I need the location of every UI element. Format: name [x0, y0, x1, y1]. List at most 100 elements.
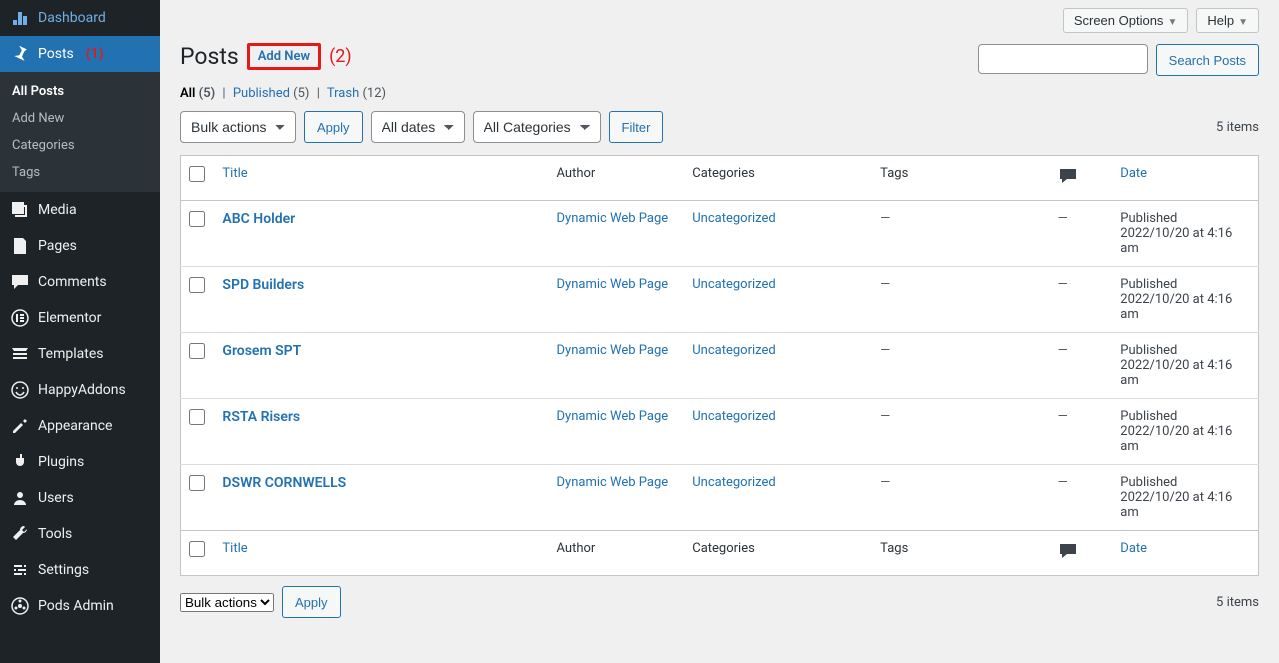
apply-button-bottom[interactable]: Apply: [282, 586, 341, 618]
annotation-one: (1): [86, 46, 104, 62]
date-status: Published: [1120, 343, 1177, 358]
dates-select[interactable]: All dates: [371, 111, 465, 143]
date-status: Published: [1120, 211, 1177, 226]
col-title[interactable]: Title: [222, 166, 247, 181]
category-link[interactable]: Uncategorized: [692, 211, 775, 226]
sidebar-item-appearance[interactable]: Appearance: [0, 408, 160, 444]
table-row: DSWR CORNWELLS Dynamic Web Page Uncatego…: [181, 465, 1259, 531]
col-date-foot[interactable]: Date: [1120, 541, 1147, 556]
category-link[interactable]: Uncategorized: [692, 277, 775, 292]
submenu-categories[interactable]: Categories: [0, 132, 160, 159]
sidebar-item-plugins[interactable]: Plugins: [0, 444, 160, 480]
search-posts-button[interactable]: Search Posts: [1156, 44, 1259, 76]
col-date[interactable]: Date: [1120, 166, 1147, 181]
add-new-button[interactable]: Add New: [247, 43, 321, 70]
templates-icon: [10, 344, 30, 364]
col-title-foot[interactable]: Title: [222, 541, 247, 556]
select-all-bottom[interactable]: [189, 541, 205, 557]
sidebar-item-comments[interactable]: Comments: [0, 264, 160, 300]
sidebar-item-happyaddons[interactable]: HappyAddons: [0, 372, 160, 408]
category-link[interactable]: Uncategorized: [692, 343, 775, 358]
page-title: Posts: [180, 43, 239, 70]
sidebar-item-label: Settings: [38, 562, 89, 578]
sidebar-item-pages[interactable]: Pages: [0, 228, 160, 264]
date-value: 2022/10/20 at 4:16 am: [1120, 292, 1232, 322]
sidebar-item-label: Media: [38, 202, 77, 218]
sidebar-item-label: HappyAddons: [38, 382, 126, 398]
happyaddons-icon: [10, 380, 30, 400]
sidebar-item-templates[interactable]: Templates: [0, 336, 160, 372]
author-link[interactable]: Dynamic Web Page: [557, 409, 669, 424]
bulk-actions-select[interactable]: Bulk actions: [180, 111, 296, 143]
tags-value: —: [880, 475, 890, 490]
row-checkbox[interactable]: [189, 409, 205, 425]
submenu-add-new[interactable]: Add New: [0, 105, 160, 132]
author-link[interactable]: Dynamic Web Page: [557, 277, 669, 292]
comments-value: —: [1058, 211, 1068, 226]
elementor-icon: [10, 308, 30, 328]
comments-icon: [1058, 166, 1078, 186]
col-categories: Categories: [684, 156, 872, 201]
post-title-link[interactable]: Grosem SPT: [222, 343, 301, 359]
users-icon: [10, 488, 30, 508]
submenu-tags[interactable]: Tags: [0, 159, 160, 186]
tablenav-top: Bulk actions Apply All dates All Categor…: [180, 111, 1259, 143]
comments-icon: [1058, 541, 1078, 561]
sidebar-item-settings[interactable]: Settings: [0, 552, 160, 588]
filter-button[interactable]: Filter: [609, 111, 664, 143]
row-checkbox[interactable]: [189, 211, 205, 227]
items-count-bottom: 5 items: [1216, 595, 1259, 610]
row-checkbox[interactable]: [189, 277, 205, 293]
category-link[interactable]: Uncategorized: [692, 409, 775, 424]
row-checkbox[interactable]: [189, 475, 205, 491]
sidebar-item-label: Plugins: [38, 454, 84, 470]
annotation-two: (2): [329, 46, 352, 67]
comments-value: —: [1058, 343, 1068, 358]
comments-value: —: [1058, 475, 1068, 490]
sidebar-item-media[interactable]: Media: [0, 192, 160, 228]
screen-options-button[interactable]: Screen Options▼: [1063, 8, 1189, 33]
categories-select[interactable]: All Categories: [473, 111, 601, 143]
sidebar-item-label: Pages: [38, 238, 77, 254]
sidebar-item-label: Posts: [38, 46, 74, 62]
filter-trash[interactable]: Trash (12): [327, 86, 386, 101]
tags-value: —: [880, 343, 890, 358]
row-checkbox[interactable]: [189, 343, 205, 359]
help-button[interactable]: Help▼: [1196, 8, 1259, 33]
sidebar-item-users[interactable]: Users: [0, 480, 160, 516]
settings-icon: [10, 560, 30, 580]
author-link[interactable]: Dynamic Web Page: [557, 475, 669, 490]
pages-icon: [10, 236, 30, 256]
sidebar-item-elementor[interactable]: Elementor: [0, 300, 160, 336]
sidebar-item-tools[interactable]: Tools: [0, 516, 160, 552]
date-value: 2022/10/20 at 4:16 am: [1120, 358, 1232, 388]
post-title-link[interactable]: ABC Holder: [222, 211, 295, 227]
apply-button-top[interactable]: Apply: [304, 111, 363, 143]
sidebar-item-label: Tools: [38, 526, 72, 542]
post-title-link[interactable]: DSWR CORNWELLS: [222, 475, 346, 491]
sidebar-item-pods[interactable]: Pods Admin: [0, 588, 160, 624]
filter-published[interactable]: Published (5): [233, 86, 310, 101]
comments-value: —: [1058, 409, 1068, 424]
sidebar-item-dashboard[interactable]: Dashboard: [0, 0, 160, 36]
sidebar-item-posts[interactable]: Posts (1) All Posts Add New Categories Ta…: [0, 36, 160, 192]
submenu-all-posts[interactable]: All Posts: [0, 78, 160, 105]
search-input[interactable]: [978, 44, 1148, 74]
tablenav-bottom: Bulk actions Apply 5 items: [180, 586, 1259, 618]
category-link[interactable]: Uncategorized: [692, 475, 775, 490]
top-bar: Screen Options▼ Help▼: [180, 0, 1259, 33]
comment-icon: [10, 272, 30, 292]
select-all-top[interactable]: [189, 166, 205, 182]
post-title-link[interactable]: RSTA Risers: [222, 409, 300, 425]
filter-all[interactable]: All (5): [180, 86, 215, 101]
table-row: SPD Builders Dynamic Web Page Uncategori…: [181, 267, 1259, 333]
bulk-actions-select-bottom[interactable]: Bulk actions: [180, 593, 274, 612]
posts-table: Title Author Categories Tags Date ABC Ho…: [180, 155, 1259, 576]
author-link[interactable]: Dynamic Web Page: [557, 343, 669, 358]
post-title-link[interactable]: SPD Builders: [222, 277, 304, 293]
author-link[interactable]: Dynamic Web Page: [557, 211, 669, 226]
sidebar-item-label: Pods Admin: [38, 598, 114, 614]
comments-value: —: [1058, 277, 1068, 292]
tags-value: —: [880, 277, 890, 292]
sidebar-item-label: Templates: [38, 346, 104, 362]
